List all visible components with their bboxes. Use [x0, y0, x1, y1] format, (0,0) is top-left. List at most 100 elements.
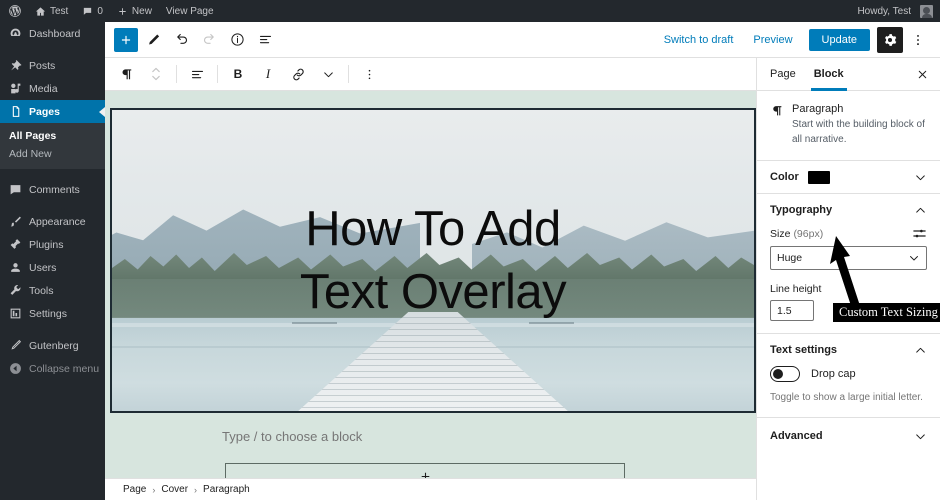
sidebar-label: Plugins — [29, 238, 64, 251]
wordpress-editor-screen: Test 0 New View Page Howdy, Test Dashboa… — [0, 0, 940, 500]
cover-block[interactable]: How To Add Text Overlay — [110, 108, 756, 413]
align-text-button[interactable] — [182, 59, 212, 89]
sidebar-item-posts[interactable]: Posts — [0, 54, 105, 77]
pages-icon — [9, 105, 22, 118]
block-toolbar: B I — [105, 58, 756, 91]
pencil-icon — [9, 339, 22, 352]
color-panel-title: Color — [770, 171, 799, 183]
sidebar-item-comments[interactable]: Comments — [0, 178, 105, 201]
sidebar-item-tools[interactable]: Tools — [0, 279, 105, 302]
link-button[interactable] — [283, 59, 313, 89]
color-panel: Color — [757, 161, 940, 194]
drop-cap-toggle[interactable] — [770, 366, 800, 382]
block-movers-button[interactable] — [141, 59, 171, 89]
howdy-label: Howdy, Test — [857, 5, 911, 17]
list-view-button[interactable] — [252, 27, 278, 53]
settings-gear-button[interactable] — [877, 26, 903, 53]
more-options-button[interactable] — [905, 27, 931, 53]
sidebar-item-settings[interactable]: Settings — [0, 302, 105, 325]
more-rich-text-button[interactable] — [313, 59, 343, 89]
tab-block[interactable]: Block — [805, 58, 853, 91]
sidebar-label: Settings — [29, 307, 67, 320]
drop-cap-label: Drop cap — [811, 368, 856, 380]
toggle-knob — [773, 369, 783, 379]
sidebar-tabs: Page Block — [757, 58, 940, 91]
edit-mode-button[interactable] — [140, 27, 166, 53]
block-options-button[interactable] — [354, 59, 384, 89]
update-button[interactable]: Update — [808, 28, 870, 51]
account-menu[interactable]: Howdy, Test — [850, 0, 940, 22]
redo-button[interactable] — [196, 27, 222, 53]
settings-sliders-icon — [9, 307, 22, 320]
font-size-value: (96px) — [793, 227, 824, 240]
sidebar-label: Posts — [29, 59, 56, 72]
font-size-label: Size — [770, 227, 791, 240]
comments-count: 0 — [97, 5, 103, 17]
italic-button[interactable]: I — [253, 59, 283, 89]
breadcrumb-item-page[interactable]: Page — [123, 484, 146, 495]
empty-block-placeholder[interactable]: Type / to choose a block — [222, 429, 642, 444]
menu-separator — [0, 325, 105, 334]
wp-admin-bar: Test 0 New View Page Howdy, Test — [0, 0, 940, 22]
cover-paragraph-block[interactable]: How To Add Text Overlay — [112, 110, 754, 411]
color-panel-header[interactable]: Color — [770, 161, 927, 193]
text-color-swatch[interactable] — [807, 170, 830, 184]
advanced-panel-title: Advanced — [770, 430, 823, 442]
sidebar-item-all-pages[interactable]: All Pages — [0, 127, 105, 145]
info-circle-icon[interactable] — [224, 27, 250, 53]
paragraph-icon[interactable] — [111, 59, 141, 89]
sidebar-item-plugins[interactable]: Plugins — [0, 233, 105, 256]
breadcrumb-separator: › — [152, 484, 156, 495]
editor-canvas: How To Add Text Overlay Type / to choose… — [105, 91, 756, 500]
breadcrumb-item-paragraph[interactable]: Paragraph — [203, 484, 250, 495]
block-card-text: Paragraph Start with the building block … — [792, 103, 927, 147]
pages-submenu: All Pages Add New — [0, 123, 105, 169]
comments-menu[interactable]: 0 — [75, 0, 110, 22]
menu-separator — [0, 169, 105, 178]
preview-button[interactable]: Preview — [744, 34, 801, 46]
paragraph-icon — [770, 103, 783, 147]
typography-panel-header[interactable]: Typography — [770, 194, 927, 226]
wordpress-logo-icon[interactable] — [0, 0, 28, 22]
close-sidebar-button[interactable] — [908, 60, 936, 88]
new-label: New — [131, 5, 152, 17]
sidebar-item-users[interactable]: Users — [0, 256, 105, 279]
text-settings-panel-title: Text settings — [770, 344, 838, 356]
bold-button[interactable]: B — [223, 59, 253, 89]
cover-heading-line-2[interactable]: Text Overlay — [300, 261, 567, 324]
sidebar-label: Dashboard — [29, 27, 81, 40]
text-settings-panel-header[interactable]: Text settings — [770, 334, 927, 366]
block-card: Paragraph Start with the building block … — [757, 91, 940, 161]
collapse-menu-button[interactable]: Collapse menu — [0, 357, 105, 380]
dashboard-icon — [9, 27, 22, 40]
sliders-icon[interactable] — [912, 226, 927, 241]
comment-bubble-icon — [9, 183, 22, 196]
add-block-button[interactable] — [114, 27, 138, 52]
sidebar-item-dashboard[interactable]: Dashboard — [0, 22, 105, 45]
advanced-panel: Advanced — [757, 418, 940, 454]
breadcrumb-separator: › — [194, 484, 198, 495]
chevron-down-icon — [914, 430, 927, 443]
text-settings-panel: Text settings Drop cap Toggle to show a … — [757, 334, 940, 418]
collapse-arrow-icon — [9, 362, 22, 375]
line-height-input[interactable]: 1.5 — [770, 300, 814, 321]
advanced-panel-header[interactable]: Advanced — [770, 418, 927, 454]
media-icon — [9, 82, 22, 95]
editor-header: Switch to draft Preview Update — [105, 22, 940, 58]
sidebar-item-add-new[interactable]: Add New — [0, 145, 105, 163]
site-name-label: Test — [50, 5, 69, 17]
sidebar-item-pages[interactable]: Pages — [0, 100, 105, 123]
cover-heading-line-1[interactable]: How To Add — [305, 198, 561, 261]
undo-button[interactable] — [168, 27, 194, 53]
sidebar-label: Users — [29, 261, 57, 274]
breadcrumb-item-cover[interactable]: Cover — [161, 484, 188, 495]
new-content-menu[interactable]: New — [110, 0, 159, 22]
tab-page[interactable]: Page — [761, 58, 805, 91]
sidebar-item-media[interactable]: Media — [0, 77, 105, 100]
sidebar-item-appearance[interactable]: Appearance — [0, 210, 105, 233]
drop-cap-help-text: Toggle to show a large initial letter. — [770, 392, 923, 403]
site-name-menu[interactable]: Test — [28, 0, 75, 22]
switch-to-draft-button[interactable]: Switch to draft — [655, 34, 743, 46]
sidebar-item-gutenberg[interactable]: Gutenberg — [0, 334, 105, 357]
view-page-link[interactable]: View Page — [159, 0, 221, 22]
